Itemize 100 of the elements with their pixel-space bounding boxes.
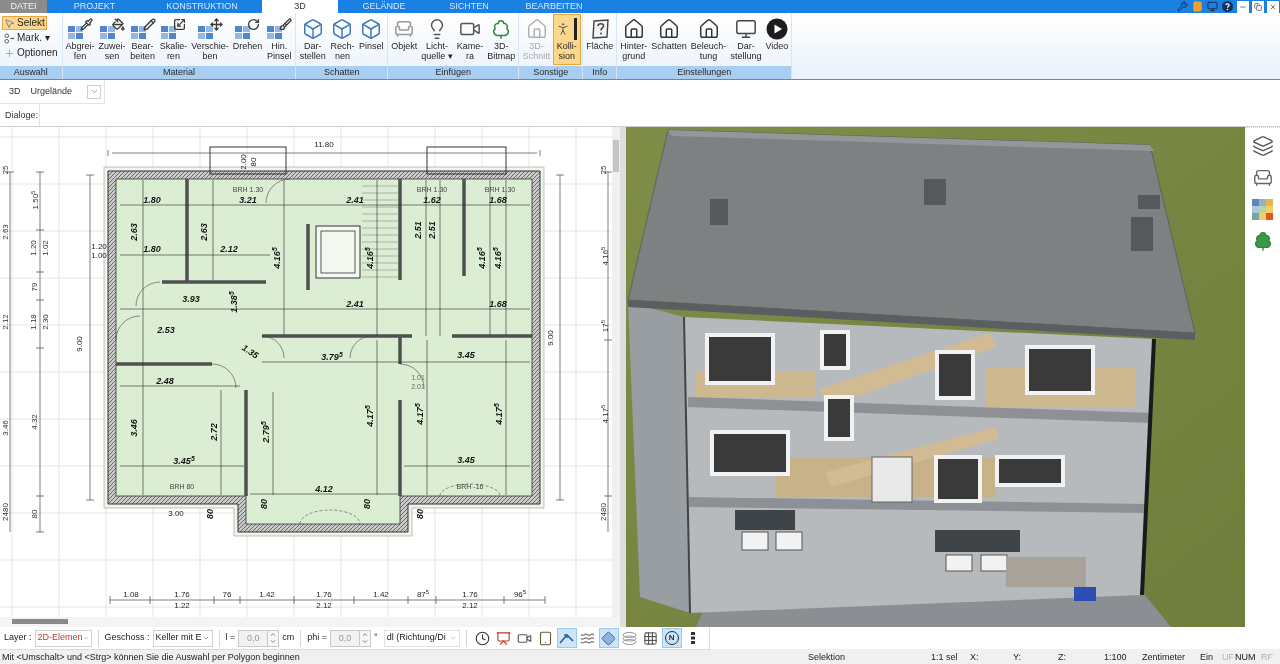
vertical-scrollbar[interactable] [612,127,620,617]
restore-button[interactable] [1252,0,1264,13]
spinner-buttons[interactable] [268,629,280,647]
ribbon-button[interactable]: Licht- quelle ▾ [419,14,455,65]
ribbon-button[interactable]: Bear- beiten [127,14,158,65]
dimension-label: 1.08 [123,591,139,599]
color-palette-icon[interactable] [1252,199,1273,220]
spin-up-icon [361,631,370,638]
ribbon-button[interactable]: Dar- stellen [297,14,328,65]
status-indicator: RF [1260,651,1274,664]
dimension-label: 96$^{5}$ [513,591,527,599]
caret-icon [201,634,210,642]
ribbon-button[interactable]: Kame- ra [454,14,486,65]
dimension-label: 3.45 [457,455,475,465]
ribbon-button[interactable]: Selekt [2,16,47,30]
ribbon-button[interactable]: Schatten [649,14,689,65]
ribbon-button[interactable]: 3D- Bitmap [485,14,518,65]
ribbon-button[interactable]: Skalie- ren [157,14,190,65]
ribbon-button[interactable]: Rech- nen [328,14,357,65]
tiles-rotate-icon [234,17,261,40]
dimension-label: 2.53 [157,325,175,335]
ribbon-button[interactable]: Optionen [2,46,60,60]
spin-up-icon [269,631,278,638]
dimension-label: 2.63 [129,223,139,241]
layers-icon[interactable] [1251,135,1274,157]
toolbar-button[interactable] [556,628,577,648]
group-title: Info [583,66,617,79]
ribbon-button[interactable]: Pinsel [357,14,386,65]
plus-icon [4,47,15,59]
dimension-label: 1.18 [30,314,38,330]
scrollbar-thumb[interactable] [12,619,68,624]
ribbon-button[interactable]: Beleuch- tung [688,14,729,65]
dimension-label: 2.30 [42,314,50,330]
wrench-icon[interactable] [1177,1,1188,12]
dimension-label: 2.12 [220,244,238,254]
ribbon-button[interactable]: Video [763,14,791,65]
dimension-label: 1.42 [259,591,275,599]
ribbon-button[interactable]: Drehen [230,14,265,65]
menu-tab[interactable]: 3D [262,0,338,13]
layer-select[interactable]: 2D-Elemen [34,629,92,647]
ribbon-button[interactable]: Abgrei- fen [63,14,97,65]
cube-icon [331,17,354,40]
ribbon-button[interactable]: Hin. Pinsel [264,14,295,65]
group-title: Einstellungen [617,66,792,79]
monitor-icon[interactable] [1207,1,1218,12]
vertical-marker-icon [690,632,695,644]
dimension-label: 80 [362,499,372,509]
caret-icon [82,634,89,642]
dimension-label: 76 [222,591,232,599]
ribbon-button[interactable]: Objekt [389,14,420,65]
dimension-label: 2.51 [413,221,423,239]
house-icon [622,17,645,40]
house-outline-icon [525,17,548,40]
ribbon-button[interactable]: Hinter- grund [618,14,650,65]
group-title: Auswahl [0,66,62,79]
scrollbar-thumb[interactable] [613,140,619,172]
ribbon-button[interactable]: Kolli- sion [552,14,581,65]
layer-label: Layer : [4,631,32,645]
house-icon [658,17,681,40]
spin-down-icon [269,638,278,645]
angle-unit: ° [374,631,378,645]
dimension-label: 2480 [2,503,10,521]
diamond-icon [601,630,617,646]
tiles-move-icon [196,17,223,40]
floor-select[interactable]: Keller mit E [152,629,213,647]
ellipses-icon [622,630,638,646]
status-pane: Zentimeter [1141,651,1186,664]
status-indicator: NUM [1234,651,1257,664]
dimension-label: 1.80 [143,244,161,254]
dimension-label: 80 [250,157,258,167]
dimension-label: 9.00 [547,330,555,346]
dropdown-button[interactable] [87,84,101,99]
device-icon [538,630,554,646]
ribbon-button[interactable]: Zuwei- sen [96,14,128,65]
dimension-label: 3.21 [239,195,257,205]
ribbon-button[interactable]: Verschie- ben [189,14,231,65]
dimension-label: 1.42 [373,591,389,599]
dots-icon [4,32,15,44]
minimize-button[interactable] [1237,0,1249,13]
cube-icon [360,17,383,40]
status-pane: 1:100 [1103,651,1128,664]
horizontal-scrollbar[interactable] [0,617,620,627]
ribbon-button[interactable]: Fläche [584,14,616,65]
dimension-label: 2.72 [209,423,219,441]
play-icon [765,17,788,40]
dimension-label: 2.41 [346,195,364,205]
caret-icon [448,634,457,642]
close-button[interactable] [1267,0,1279,13]
group-title: Material [62,66,296,79]
presentation-icon [496,630,512,646]
direction-select[interactable]: dl (Richtung/Di [383,629,460,647]
dimension-label: 25 [2,165,10,175]
help-icon[interactable] [1222,1,1233,12]
ribbon-button[interactable]: Dar- stellung [728,14,764,65]
dimension-label: 1.62 [423,195,441,205]
spinner-buttons[interactable] [360,629,372,647]
chair-icon[interactable] [1251,167,1274,189]
status-pane: Ein [1199,651,1214,664]
ribbon-button[interactable]: Mark. ▾ [2,31,52,45]
toolbar-button[interactable]: N [661,628,682,648]
